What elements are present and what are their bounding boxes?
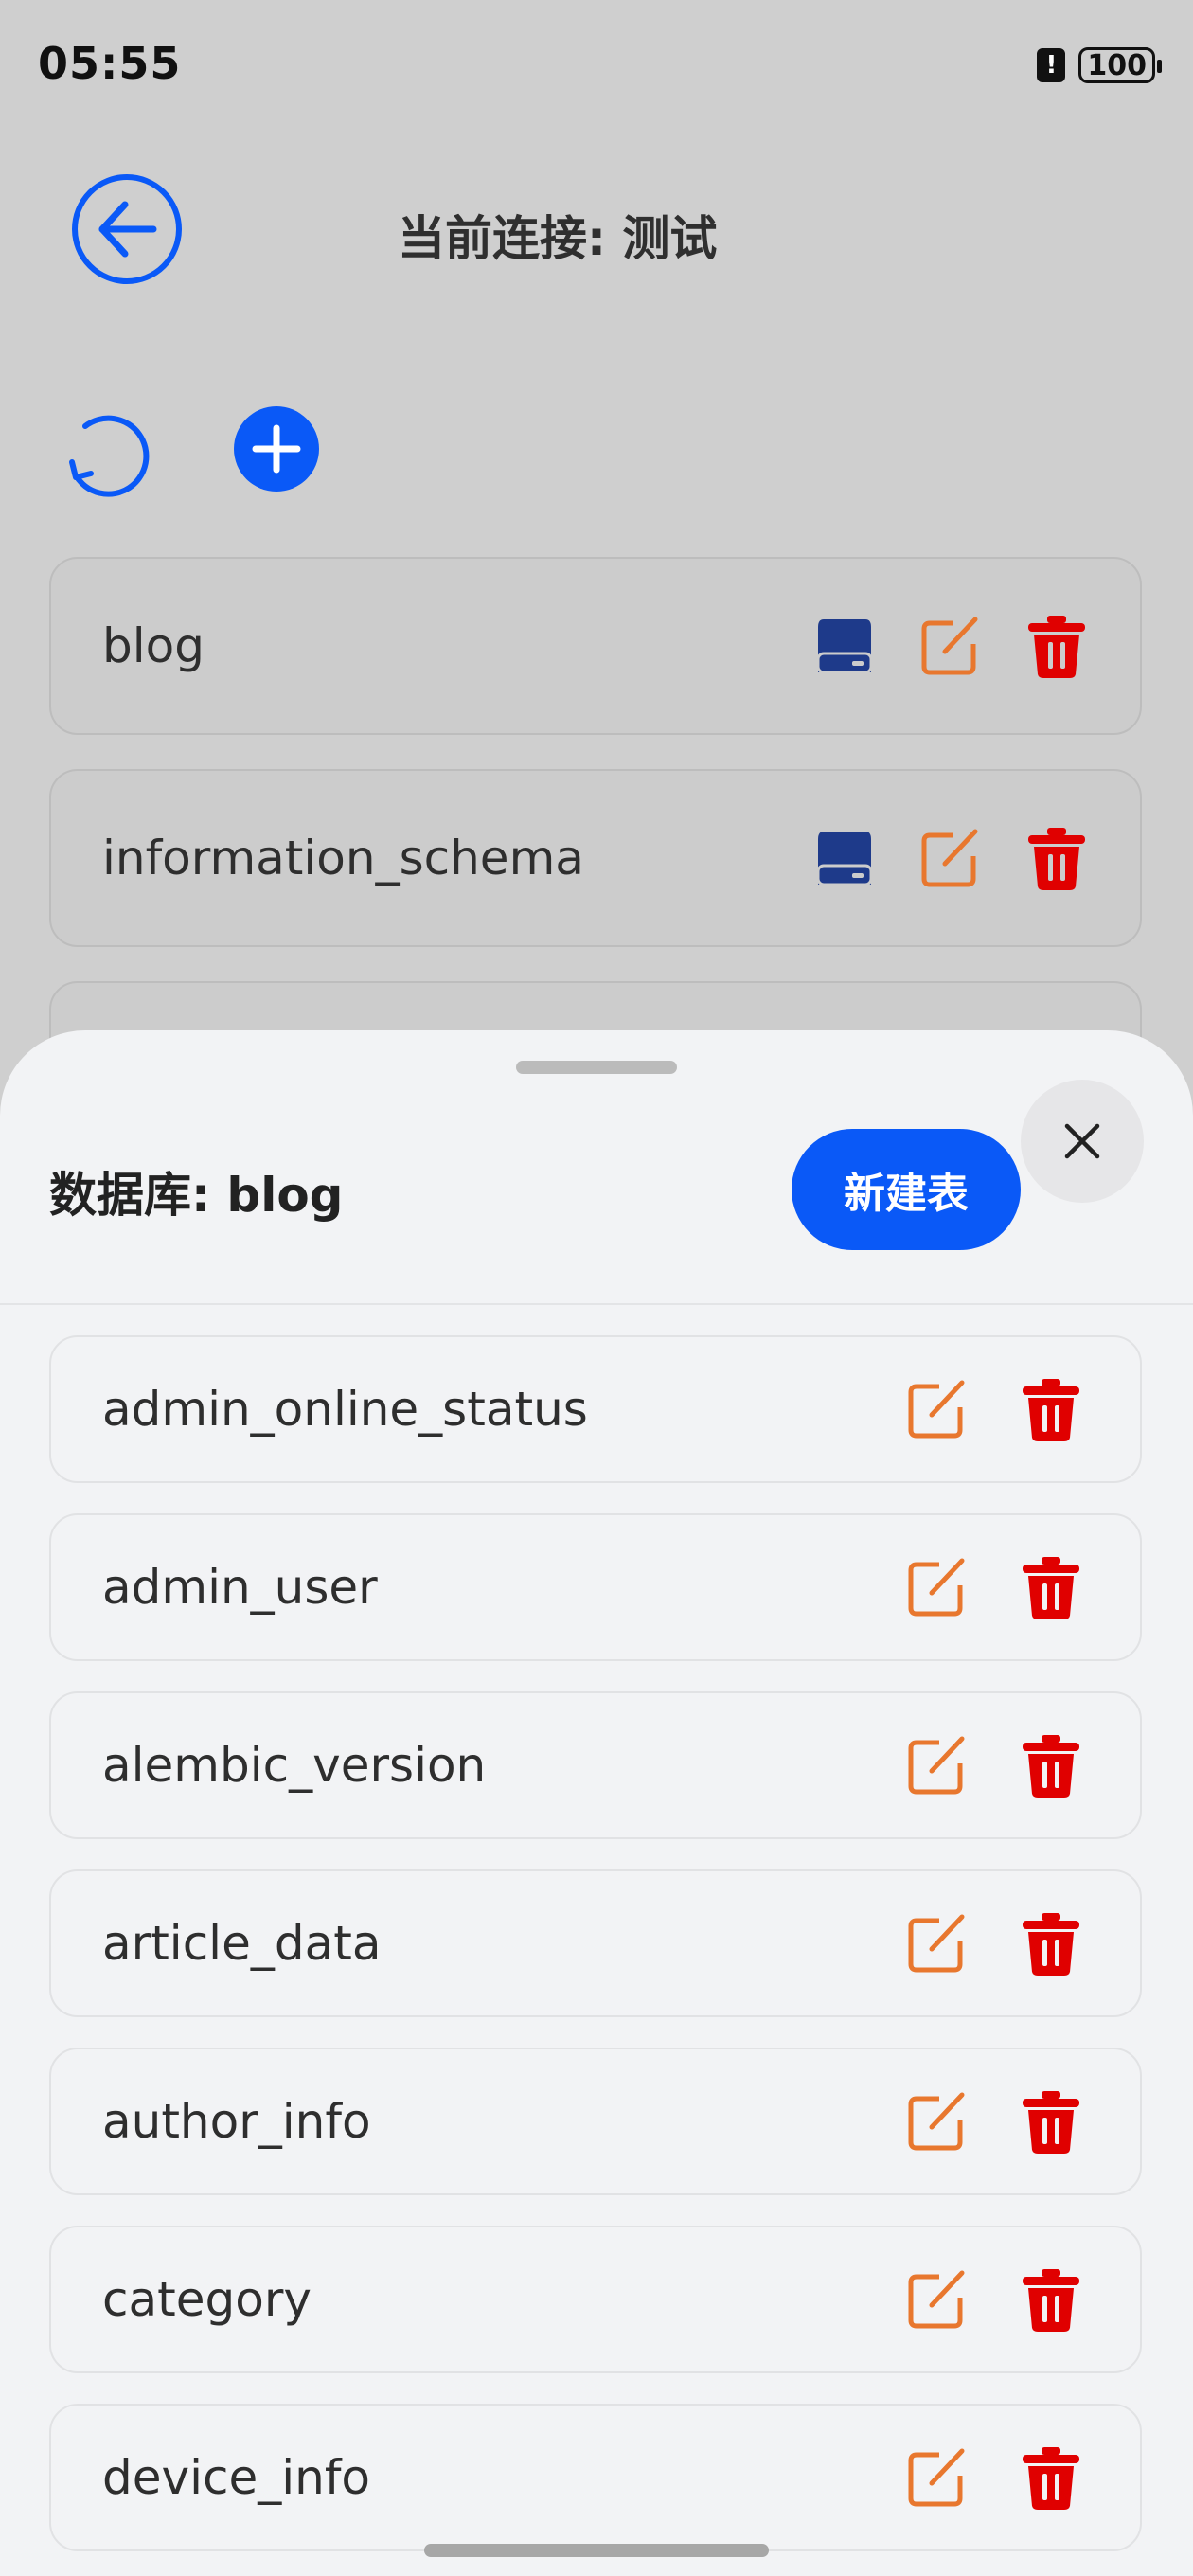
edit-icon[interactable] bbox=[917, 612, 985, 680]
database-name: information_schema bbox=[102, 831, 584, 886]
table-name: admin_online_status bbox=[102, 1382, 588, 1437]
table-name: author_info bbox=[102, 2094, 371, 2149]
edit-icon[interactable] bbox=[903, 1375, 971, 1443]
table-name: category bbox=[102, 2272, 312, 2327]
edit-icon[interactable] bbox=[903, 1909, 971, 1977]
new-table-button[interactable]: 新建表 bbox=[792, 1129, 1021, 1250]
status-indicators: ! 100 bbox=[1037, 47, 1162, 83]
table-row[interactable]: admin_online_status bbox=[49, 1335, 1142, 1483]
status-time: 05:55 bbox=[38, 38, 182, 89]
delete-icon[interactable] bbox=[1017, 1553, 1085, 1621]
arrow-left-circle-icon bbox=[72, 174, 182, 284]
edit-icon[interactable] bbox=[903, 1553, 971, 1621]
close-icon bbox=[1064, 1123, 1100, 1159]
table-row[interactable]: category bbox=[49, 2226, 1142, 2373]
alert-icon: ! bbox=[1037, 48, 1066, 82]
table-name: alembic_version bbox=[102, 1738, 487, 1793]
delete-icon[interactable] bbox=[1017, 2265, 1085, 2334]
refresh-button[interactable] bbox=[59, 405, 153, 500]
page-title: 当前连接: 测试 bbox=[398, 211, 718, 266]
edit-icon[interactable] bbox=[917, 824, 985, 892]
plus-circle-icon bbox=[234, 406, 319, 492]
delete-icon[interactable] bbox=[1017, 2087, 1085, 2156]
database-name: blog bbox=[102, 618, 205, 673]
table-row[interactable]: author_info bbox=[49, 2048, 1142, 2195]
back-button[interactable] bbox=[70, 172, 184, 286]
delete-icon[interactable] bbox=[1017, 1909, 1085, 1977]
table-name: device_info bbox=[102, 2450, 371, 2505]
delete-icon[interactable] bbox=[1017, 2443, 1085, 2512]
database-icon[interactable] bbox=[810, 824, 879, 892]
delete-icon[interactable] bbox=[1023, 612, 1091, 680]
edit-icon[interactable] bbox=[903, 1731, 971, 1799]
table-name: article_data bbox=[102, 1916, 382, 1971]
delete-icon[interactable] bbox=[1023, 824, 1091, 892]
close-button[interactable] bbox=[1021, 1080, 1144, 1203]
sheet-title: 数据库: blog bbox=[49, 1168, 344, 1223]
sheet-drag-handle[interactable] bbox=[516, 1061, 677, 1074]
table-row[interactable]: alembic_version bbox=[49, 1691, 1142, 1839]
database-icon[interactable] bbox=[810, 612, 879, 680]
status-bar: 05:55 ! 100 bbox=[0, 0, 1193, 133]
edit-icon[interactable] bbox=[903, 2265, 971, 2334]
database-item[interactable]: blog bbox=[49, 557, 1142, 735]
refresh-icon bbox=[69, 415, 150, 497]
edit-icon[interactable] bbox=[903, 2087, 971, 2156]
table-row[interactable]: article_data bbox=[49, 1869, 1142, 2017]
delete-icon[interactable] bbox=[1017, 1375, 1085, 1443]
battery-icon: 100 bbox=[1078, 47, 1162, 83]
delete-icon[interactable] bbox=[1017, 1731, 1085, 1799]
tables-sheet: 数据库: blog 新建表 admin_online_status admin_u… bbox=[0, 1030, 1193, 2576]
table-row[interactable]: device_info bbox=[49, 2404, 1142, 2551]
divider bbox=[0, 1303, 1193, 1305]
database-item[interactable]: information_schema bbox=[49, 769, 1142, 947]
edit-icon[interactable] bbox=[903, 2443, 971, 2512]
table-row[interactable]: admin_user bbox=[49, 1513, 1142, 1661]
table-name: admin_user bbox=[102, 1560, 378, 1615]
home-indicator[interactable] bbox=[424, 2544, 769, 2557]
add-database-button[interactable] bbox=[233, 405, 320, 492]
